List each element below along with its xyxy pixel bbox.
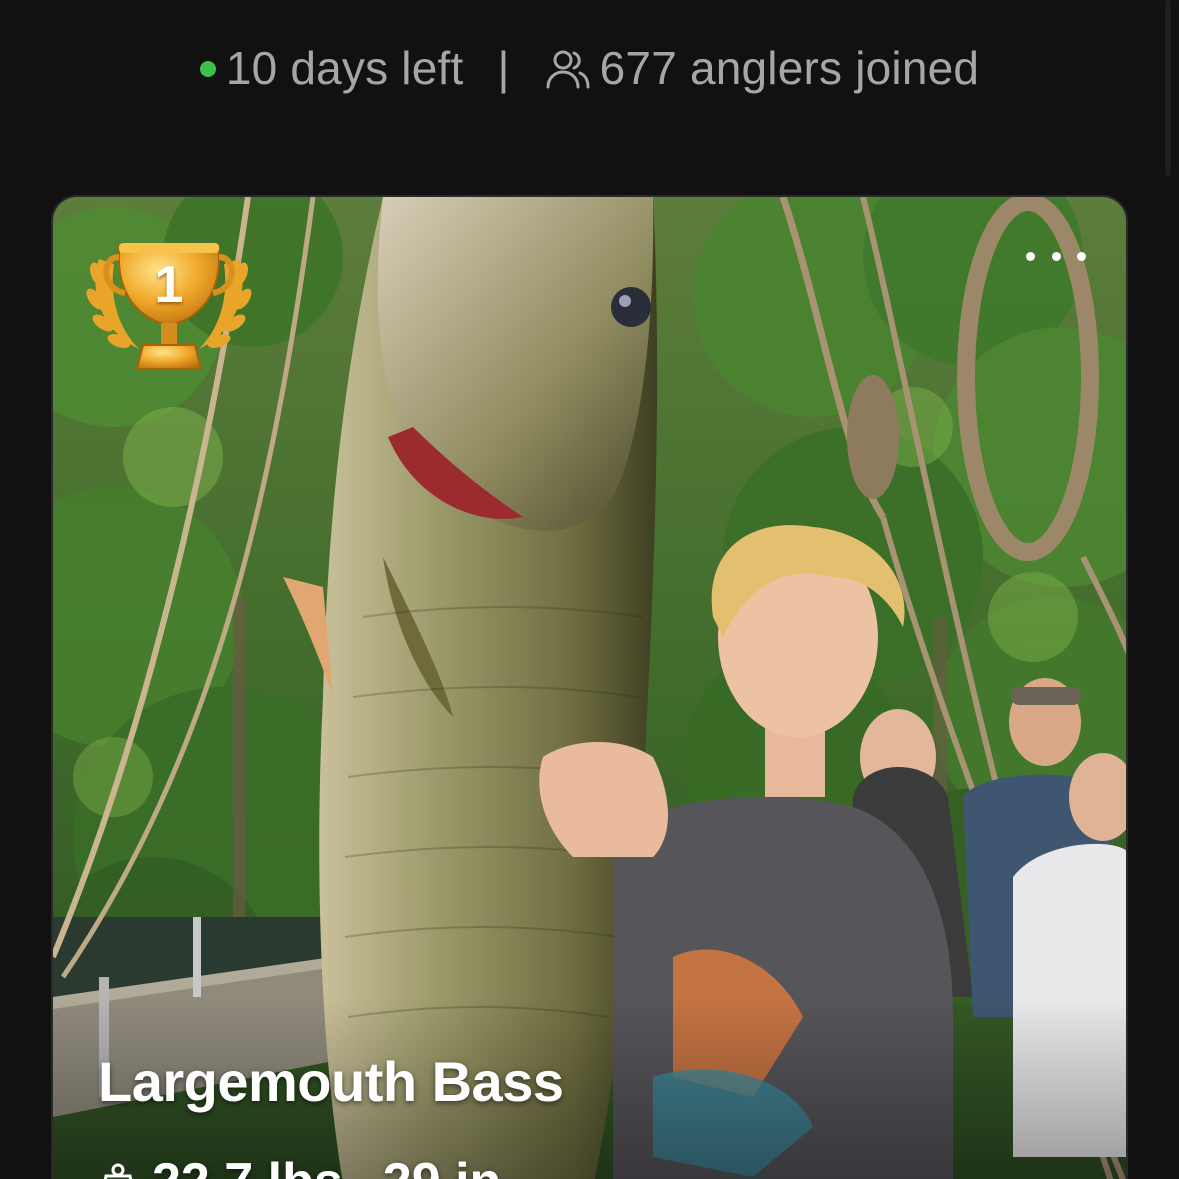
- more-horizontal-icon-dot: [1051, 251, 1061, 261]
- anglers-joined-text: 677 anglers joined: [599, 42, 980, 94]
- catch-card[interactable]: 1 Largemouth Bass 22.7 lbs 29 in: [51, 195, 1128, 1179]
- more-horizontal-icon-dot: [1077, 251, 1086, 261]
- more-options-button[interactable]: [1026, 241, 1086, 271]
- weight-value: 22.7 lbs: [152, 1152, 343, 1179]
- live-indicator-dot: [199, 61, 216, 77]
- people-icon: [546, 50, 590, 89]
- scale-icon: [103, 1163, 133, 1179]
- days-left-text: 10 days left: [225, 42, 464, 94]
- leaderboard-screen: 10 days left | 677 anglers joined 1 Larg…: [0, 0, 1179, 1179]
- rank-number: 1: [154, 256, 184, 314]
- tournament-status-row: 10 days left | 677 anglers joined: [0, 38, 1179, 98]
- catch-stats: 22.7 lbs 29 in: [98, 1152, 501, 1179]
- status-separator: |: [497, 42, 510, 94]
- length-value: 29 in: [383, 1152, 502, 1179]
- species-title: Largemouth Bass: [98, 1050, 564, 1113]
- more-horizontal-icon-dot: [1026, 251, 1035, 261]
